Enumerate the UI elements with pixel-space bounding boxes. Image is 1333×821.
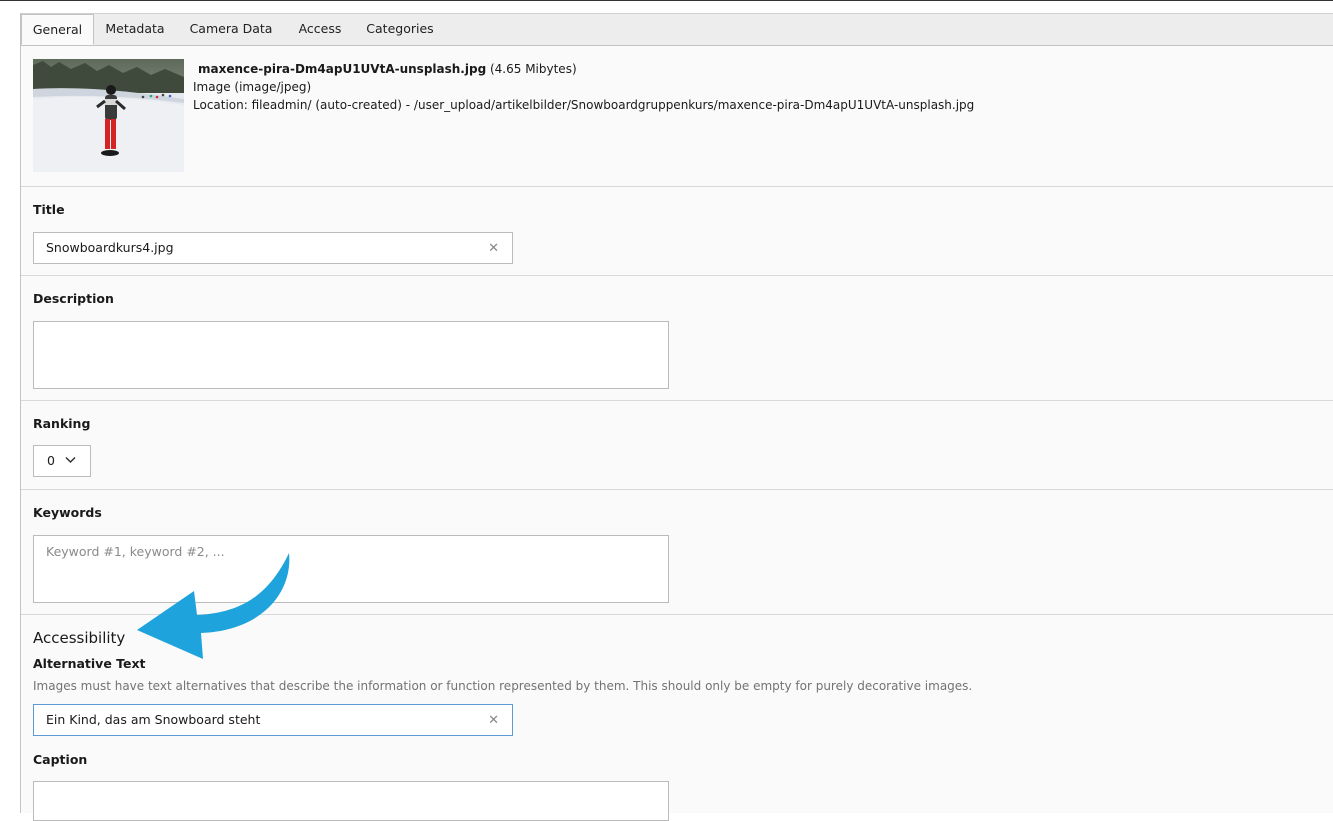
file-name: maxence-pira-Dm4apU1UVtA-unsplash.jpg	[198, 62, 487, 76]
caption-label: Caption	[33, 752, 88, 767]
keywords-textarea[interactable]: Keyword #1, keyword #2, ...	[33, 535, 669, 603]
alt-text-input[interactable]: Ein Kind, das am Snowboard steht ✕	[33, 704, 513, 736]
description-textarea[interactable]	[33, 321, 669, 389]
ranking-label: Ranking	[33, 416, 91, 431]
chevron-down-icon	[65, 456, 76, 464]
close-icon[interactable]: ✕	[488, 713, 499, 728]
accessibility-section-title: Accessibility	[33, 629, 126, 647]
tab-general[interactable]: General	[21, 14, 94, 45]
file-metadata-form: General Metadata Camera Data Access Cate…	[20, 13, 1333, 821]
title-label: Title	[33, 202, 65, 217]
divider	[21, 186, 1333, 187]
divider	[21, 275, 1333, 276]
ranking-value: 0	[47, 453, 55, 468]
file-location: Location: fileadmin/ (auto-created) - /u…	[193, 98, 975, 112]
tab-access[interactable]: Access	[291, 14, 349, 45]
file-info: maxence-pira-Dm4apU1UVtA-unsplash.jpg (4…	[193, 60, 974, 114]
curved-arrow-icon	[137, 553, 290, 659]
description-label: Description	[33, 291, 114, 306]
file-size: (4.65 Mibytes)	[489, 62, 577, 76]
title-input[interactable]: Snowboardkurs4.jpg ✕	[33, 232, 513, 264]
alt-text-value: Ein Kind, das am Snowboard steht	[46, 712, 261, 727]
keywords-label: Keywords	[33, 505, 102, 520]
close-icon[interactable]: ✕	[488, 241, 499, 256]
tab-metadata[interactable]: Metadata	[99, 14, 171, 45]
tab-bar: General Metadata Camera Data Access Cate…	[21, 13, 1333, 46]
ranking-select[interactable]: 0	[33, 445, 91, 477]
tab-camera-data[interactable]: Camera Data	[183, 14, 279, 45]
top-border	[0, 0, 1333, 1]
alt-text-label: Alternative Text	[33, 656, 146, 671]
image-thumbnail[interactable]	[33, 59, 184, 172]
alt-text-hint: Images must have text alternatives that …	[33, 679, 973, 693]
divider	[21, 489, 1333, 490]
file-type: Image (image/jpeg)	[193, 80, 312, 94]
divider	[21, 400, 1333, 401]
caption-textarea[interactable]	[33, 781, 669, 821]
title-value: Snowboardkurs4.jpg	[46, 240, 174, 255]
tab-categories[interactable]: Categories	[361, 14, 439, 45]
